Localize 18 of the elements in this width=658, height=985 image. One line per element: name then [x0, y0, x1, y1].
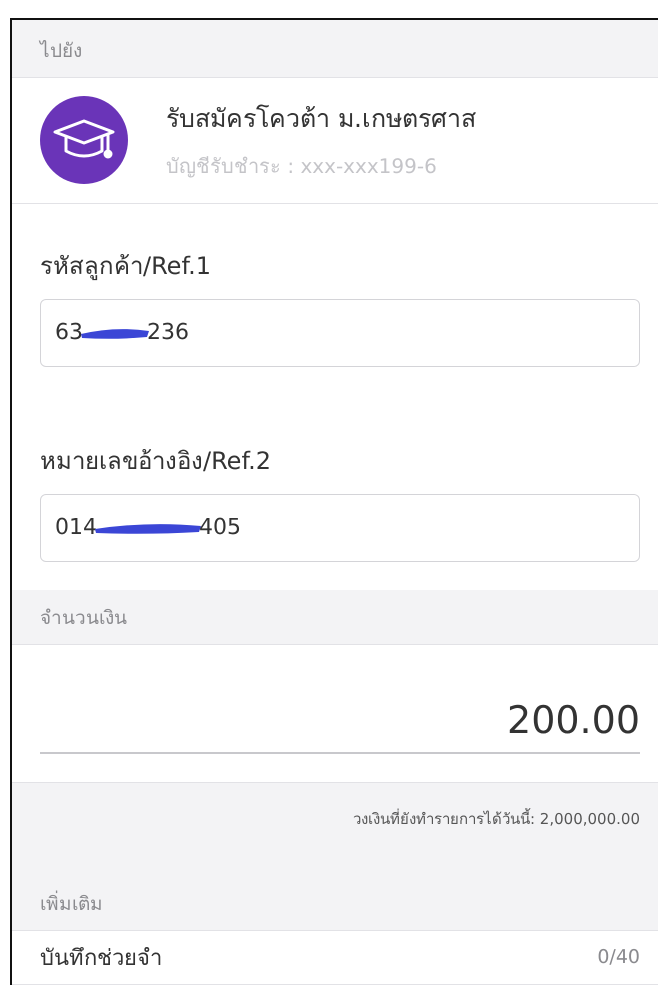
limit-note: วงเงินที่ยังทำรายการได้วันนี้: 2,000,000.00: [352, 807, 640, 830]
biller-name: รับสมัครโควต้า ม.เกษตรศาส: [166, 103, 476, 136]
input-field[interactable]: 014 405: [40, 494, 640, 562]
memo-label: บันทึกช่วยจำ: [40, 944, 162, 973]
character-counter: 0/40: [597, 946, 640, 968]
section-header: ไปยัง: [40, 38, 82, 64]
field-value: 236: [147, 320, 189, 346]
field-value: 405: [199, 515, 241, 540]
field-value: 014: [55, 515, 97, 540]
field-value: 63: [55, 320, 83, 346]
field-label: รหัสลูกค้า/Ref.1: [40, 250, 212, 282]
memo-row[interactable]: บันทึกช่วยจำ 0/40: [12, 930, 658, 985]
section-header: เพิ่มเติม: [40, 890, 103, 917]
graduation-cap-icon: [53, 119, 115, 162]
account-number: บัญชีรับชำระ : xxx-xxx199-6: [166, 153, 438, 180]
section-header: จำนวนเงิน: [40, 606, 127, 631]
field-label: หมายเลขอ้างอิง/Ref.2: [40, 446, 272, 477]
input-field[interactable]: 63 236: [40, 298, 640, 367]
